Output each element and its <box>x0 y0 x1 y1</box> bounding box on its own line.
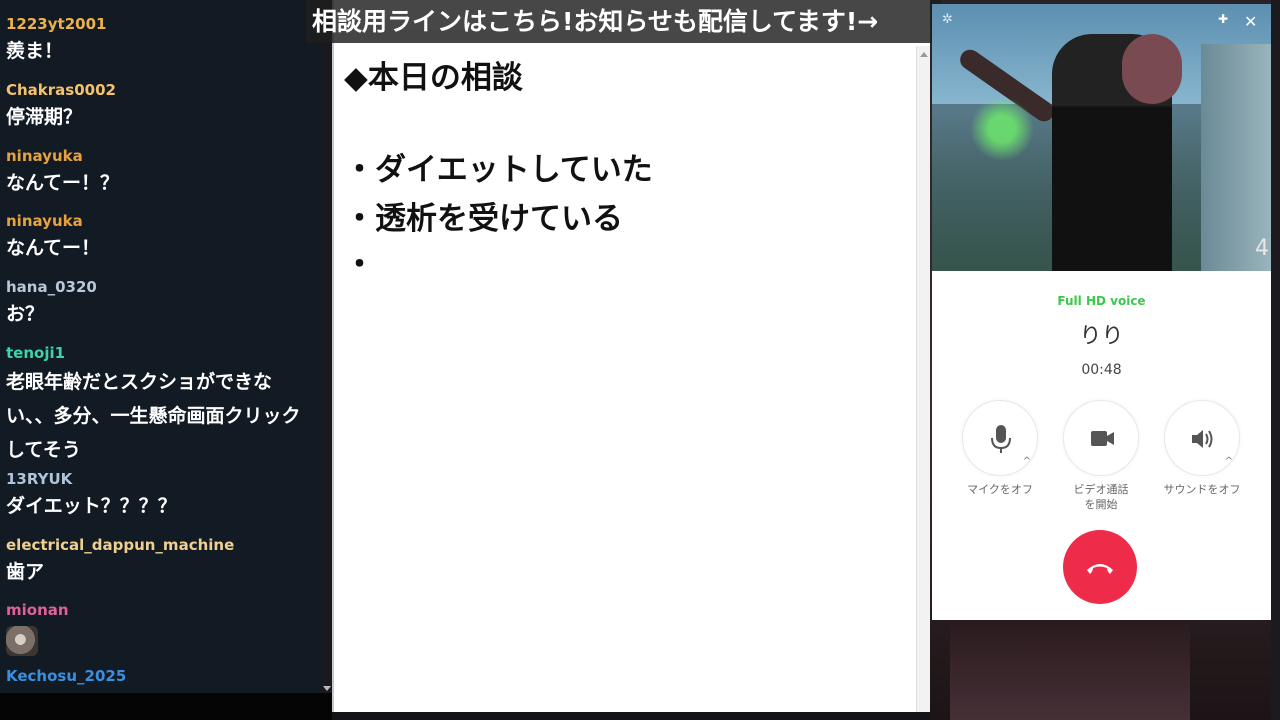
start-video-button[interactable] <box>1063 400 1139 476</box>
gear-icon[interactable]: ✲ <box>942 12 953 27</box>
mute-sound-label: サウンドをオフ <box>1163 483 1241 496</box>
notepad-scrollbar[interactable] <box>916 46 930 712</box>
chat-text: 羨ま！ <box>6 40 64 62</box>
chat-message: electrical_dappun_machine 歯ア <box>6 536 318 587</box>
chat-message: mionan <box>6 601 318 656</box>
hamster-emote <box>6 626 38 656</box>
chat-text: お？ <box>6 303 45 325</box>
chat-message: Kechosu_2025 <box>6 667 318 686</box>
chat-username: tenoji1 <box>6 344 66 362</box>
chat-scrollbar[interactable] <box>322 0 332 693</box>
chat-text: ダイエット？？？？ <box>6 495 177 517</box>
call-quality-status: Full HD voice <box>1057 294 1146 308</box>
voice-call-window: ✲ ✚ ✕ 4 Full HD voice りり 00:48 ^ ^ マイクをオ… <box>932 4 1271 620</box>
scroll-up-arrow-icon[interactable] <box>920 52 928 57</box>
bottom-strip <box>0 693 332 720</box>
chat-username: hana_0320 <box>6 278 97 296</box>
chat-text: 歯ア <box>6 561 45 583</box>
phone-hangup-icon <box>1087 564 1113 574</box>
chat-message: ninayuka なんてー！？ <box>6 147 318 198</box>
caller-name: りり <box>1079 324 1124 349</box>
mute-mic-button[interactable]: ^ <box>962 400 1038 476</box>
chevron-up-icon[interactable]: ^ <box>1225 456 1233 467</box>
video-green-glow <box>962 94 1042 164</box>
hangup-button[interactable] <box>1063 530 1137 604</box>
notepad-bullet: ・ダイエットしていた <box>344 152 653 188</box>
chat-message: hana_0320 お？ <box>6 278 318 329</box>
chat-username: Chakras0002 <box>6 81 116 99</box>
chat-username: 13RYUK <box>6 470 73 488</box>
caller-video: ✲ ✚ ✕ 4 <box>932 4 1271 271</box>
notepad-bullet: ・透析を受けている <box>344 201 623 237</box>
notepad-bullet: ・ <box>344 247 375 283</box>
right-edge-strip <box>1271 0 1280 720</box>
notepad-window: ◆本日の相談 ・ダイエットしていた ・透析を受けている ・ <box>332 0 930 712</box>
streamer-camera-lower <box>950 620 1190 720</box>
video-person-head <box>1122 34 1182 104</box>
chat-username: electrical_dappun_machine <box>6 536 235 554</box>
mute-mic-label: マイクをオフ <box>967 483 1033 496</box>
chat-username: mionan <box>6 601 69 619</box>
chat-message: ninayuka なんてー！ <box>6 212 318 263</box>
chevron-up-icon[interactable]: ^ <box>1023 456 1031 467</box>
announcement-banner: 相談用ラインはこちら!お知らせも配信してます!→ <box>306 0 941 43</box>
chat-text: なんてー！ <box>6 237 101 259</box>
chat-username: Kechosu_2025 <box>6 667 127 685</box>
video-camera-icon <box>1091 431 1114 446</box>
chat-message: Chakras0002 停滞期？ <box>6 81 318 132</box>
stream-layout: 1223yt2001 羨ま！ Chakras0002 停滞期？ ninayuka… <box>0 0 1280 720</box>
chat-username: ninayuka <box>6 212 83 230</box>
chat-message: tenoji1 老眼年齢だとスクショができない、、多分、一生懸命画面クリックして… <box>6 344 318 467</box>
chat-username: 1223yt2001 <box>6 15 107 33</box>
start-video-label: ビデオ通話を開始 <box>1073 483 1129 511</box>
chat-message: 13RYUK ダイエット？？？？ <box>6 470 318 521</box>
chat-text: 停滞期？ <box>6 106 83 128</box>
video-badge: 4 <box>1255 236 1269 261</box>
scroll-down-arrow-icon[interactable] <box>323 686 331 691</box>
close-icon[interactable]: ✕ <box>1244 12 1257 31</box>
chat-message: 1223yt2001 羨ま！ <box>6 15 318 66</box>
mute-sound-button[interactable]: ^ <box>1164 400 1240 476</box>
chat-panel: 1223yt2001 羨ま！ Chakras0002 停滞期？ ninayuka… <box>0 0 322 693</box>
chat-text: なんてー！？ <box>6 172 120 194</box>
chat-username: ninayuka <box>6 147 83 165</box>
notepad-title: ◆本日の相談 <box>344 60 523 96</box>
pin-icon[interactable]: ✚ <box>1218 12 1228 26</box>
call-timer: 00:48 <box>1081 362 1122 378</box>
chat-text: 老眼年齢だとスクショができない、、多分、一生懸命画面クリックしてそう <box>6 371 301 461</box>
